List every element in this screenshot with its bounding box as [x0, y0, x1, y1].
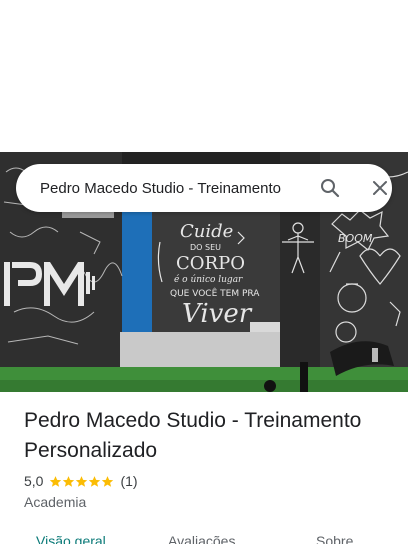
- search-bar[interactable]: Pedro Macedo Studio - Treinamento: [16, 164, 392, 212]
- tab-overview[interactable]: Visão geral: [36, 532, 106, 544]
- tab-reviews[interactable]: Avaliações: [168, 532, 235, 544]
- place-tabs: Visão geral Avaliações Sobre: [0, 526, 408, 544]
- tab-about[interactable]: Sobre: [316, 532, 353, 544]
- rating-row[interactable]: 5,0 (1): [24, 471, 138, 491]
- star-icon: [102, 475, 114, 487]
- close-icon[interactable]: [368, 176, 392, 200]
- place-category: Academia: [24, 494, 87, 510]
- svg-text:Viver: Viver: [182, 299, 253, 329]
- svg-text:CORPO: CORPO: [176, 253, 245, 274]
- review-count[interactable]: (1): [120, 473, 137, 489]
- star-icon: [50, 475, 62, 487]
- star-icon: [89, 475, 101, 487]
- map-blank-area: [0, 0, 408, 152]
- place-title: Pedro Macedo Studio - Treinamento Person…: [24, 409, 362, 462]
- search-input[interactable]: Pedro Macedo Studio - Treinamento: [40, 178, 304, 200]
- svg-text:Cuide: Cuide: [180, 221, 233, 242]
- svg-text:BOOM: BOOM: [338, 232, 373, 245]
- star-icon: [76, 475, 88, 487]
- star-rating: [49, 475, 114, 488]
- svg-text:DO SEU: DO SEU: [190, 243, 221, 252]
- rating-value: 5,0: [24, 473, 44, 489]
- search-icon[interactable]: [318, 176, 342, 200]
- star-icon: [63, 475, 75, 487]
- svg-text:é o único lugar: é o único lugar: [174, 274, 243, 285]
- svg-text:QUE VOCÊ TEM PRA: QUE VOCÊ TEM PRA: [170, 287, 260, 299]
